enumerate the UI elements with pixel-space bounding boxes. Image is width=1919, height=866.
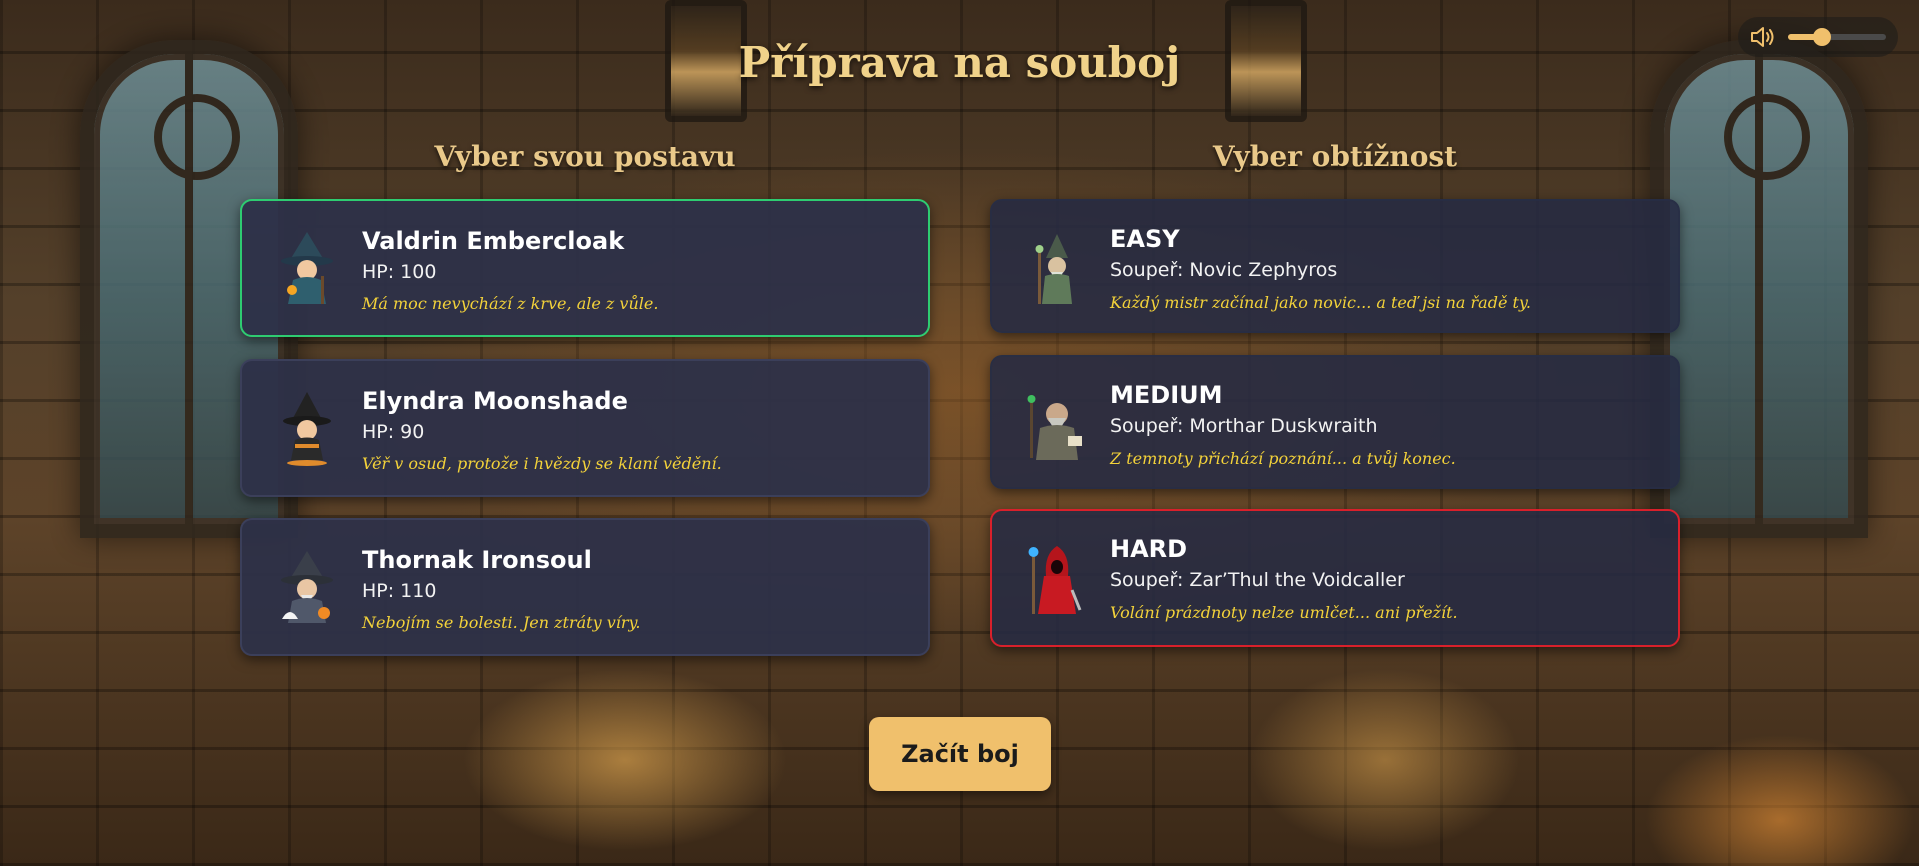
character-section-title: Vyber svou postavu — [434, 140, 736, 173]
wizard-teal-icon — [281, 232, 333, 304]
page-title: Příprava na souboj — [738, 38, 1181, 87]
difficulty-quote: Z temnoty přichází poznání... a tvůj kon… — [1110, 449, 1456, 468]
red-robed-caster-icon — [1028, 546, 1082, 614]
old-dwarf-mage-icon — [1027, 395, 1082, 460]
volume-slider[interactable] — [1788, 28, 1886, 46]
character-card-thornak[interactable]: Thornak Ironsoul HP: 110 Nebojím se bole… — [240, 518, 930, 656]
character-quote: Nebojím se bolesti. Jen ztráty víry. — [362, 613, 641, 632]
volume-slider-thumb[interactable] — [1813, 28, 1832, 46]
character-name: Elyndra Moonshade — [362, 387, 628, 415]
character-name: Thornak Ironsoul — [362, 546, 592, 574]
difficulty-card-hard[interactable]: HARD Soupeř: Zar’Thul the Voidcaller Vol… — [990, 509, 1680, 647]
difficulty-quote: Volání prázdnoty nelze umlčet... ani pře… — [1110, 603, 1458, 622]
difficulty-section-title: Vyber obtížnost — [1212, 140, 1458, 173]
difficulty-opponent: Soupeř: Zar’Thul the Voidcaller — [1110, 569, 1405, 591]
difficulty-quote: Každý mistr začínal jako novic... a teď … — [1110, 293, 1531, 312]
speaker-icon[interactable] — [1750, 26, 1776, 48]
green-sage-icon — [1035, 234, 1072, 304]
background-window-right — [1650, 40, 1868, 538]
character-card-elyndra[interactable]: Elyndra Moonshade HP: 90 Věř v osud, pro… — [240, 359, 930, 497]
witch-orange-icon — [283, 392, 331, 466]
start-battle-button[interactable]: Začít boj — [869, 717, 1051, 791]
character-hp: HP: 100 — [362, 261, 437, 283]
difficulty-opponent: Soupeř: Novic Zephyros — [1110, 259, 1338, 281]
character-card-valdrin[interactable]: Valdrin Embercloak HP: 100 Má moc nevych… — [240, 199, 930, 337]
character-quote: Věř v osud, protože i hvězdy se klaní vě… — [362, 454, 722, 473]
character-hp: HP: 110 — [362, 580, 437, 602]
volume-control[interactable] — [1738, 17, 1898, 57]
character-name: Valdrin Embercloak — [362, 227, 625, 255]
difficulty-card-easy[interactable]: EASY Soupeř: Novic Zephyros Každý mistr … — [990, 199, 1680, 333]
wizard-grey-icon — [281, 551, 333, 623]
difficulty-level: MEDIUM — [1110, 381, 1223, 409]
character-hp: HP: 90 — [362, 421, 425, 443]
difficulty-level: HARD — [1110, 535, 1188, 563]
difficulty-card-medium[interactable]: MEDIUM Soupeř: Morthar Duskwraith Z temn… — [990, 355, 1680, 489]
character-quote: Má moc nevychází z krve, ale z vůle. — [362, 294, 659, 313]
difficulty-level: EASY — [1110, 225, 1180, 253]
difficulty-opponent: Soupeř: Morthar Duskwraith — [1110, 415, 1378, 437]
